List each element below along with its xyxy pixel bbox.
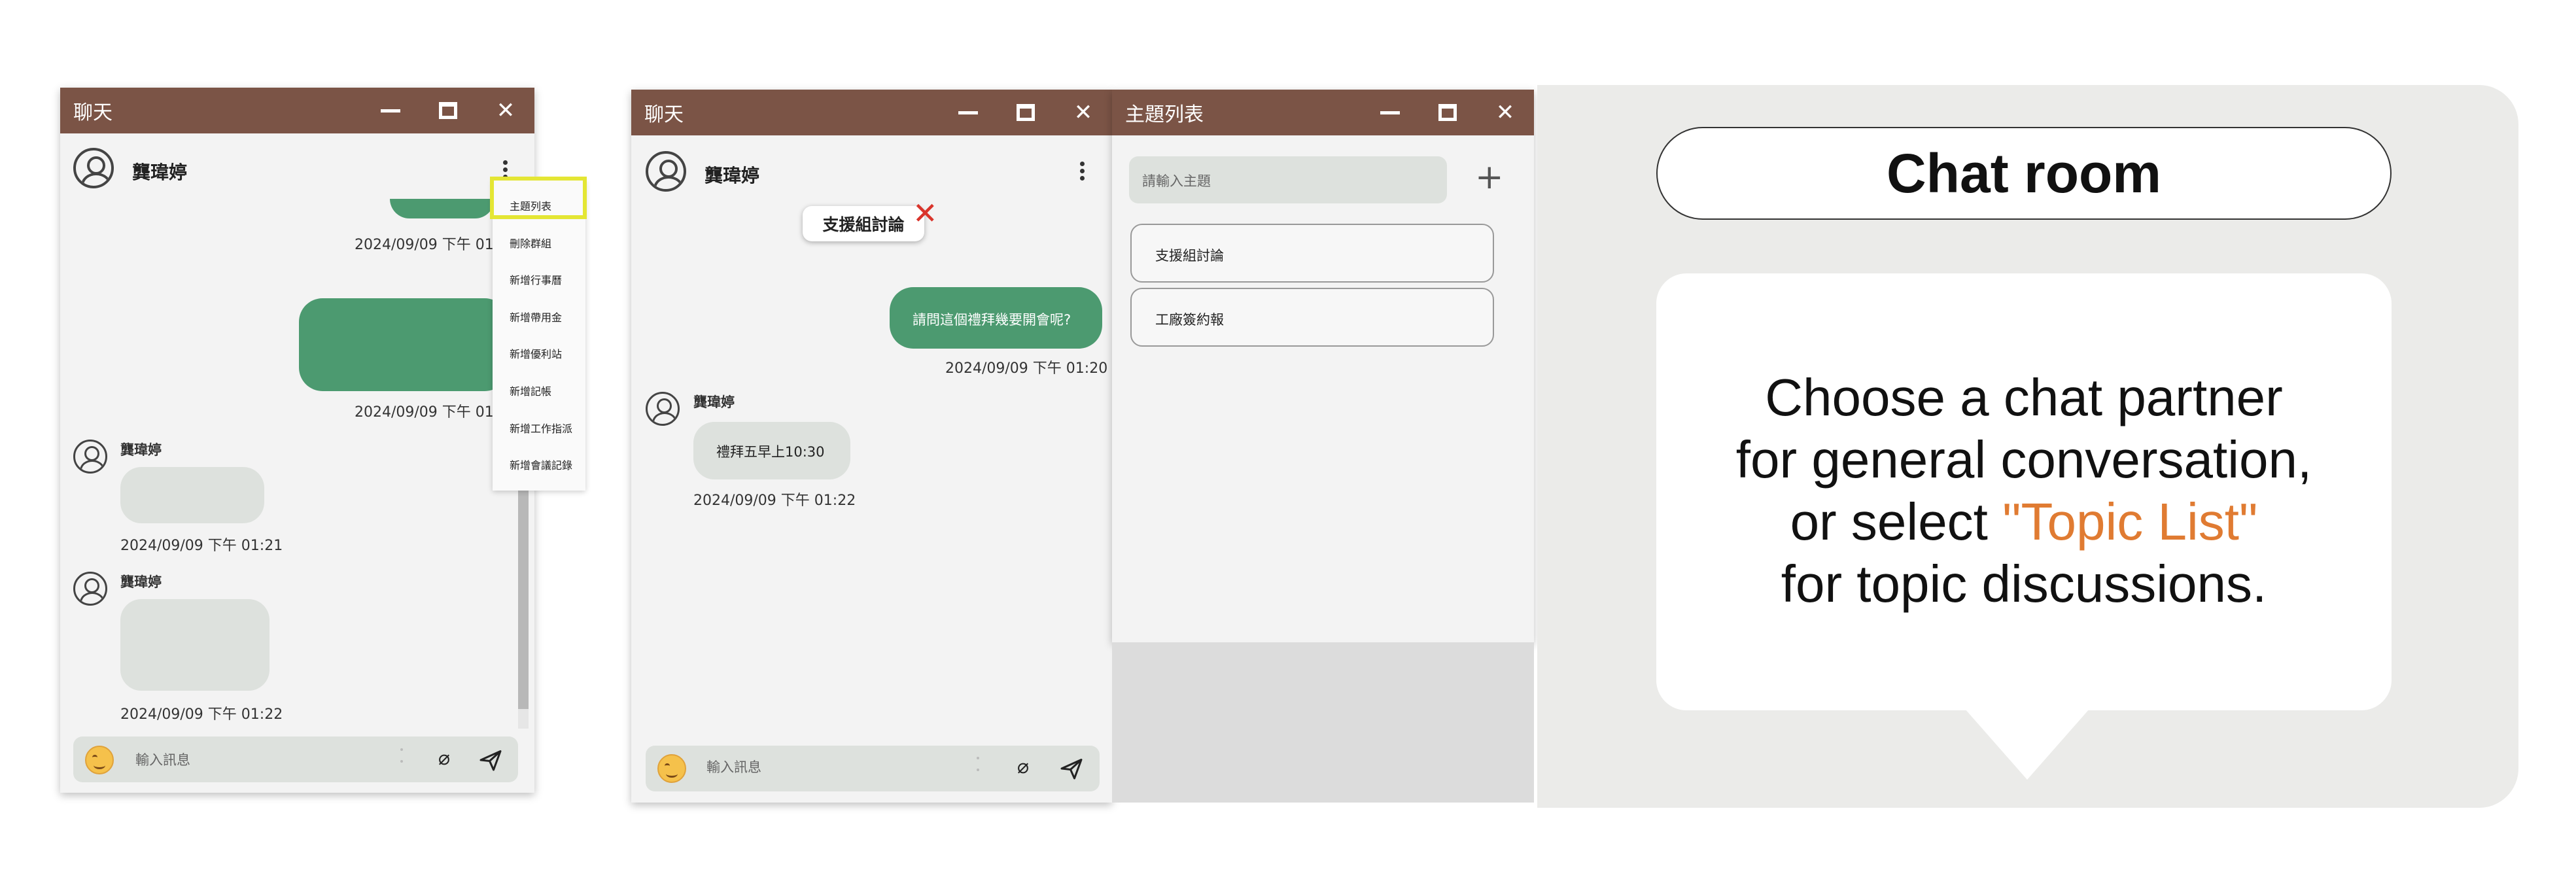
sent-message-bubble	[299, 298, 508, 391]
instruction-line-1: Choose a chat partner	[1765, 368, 2283, 426]
instruction-line-3-prefix: or select	[1790, 493, 2003, 551]
title-bar: 主題列表 ✕	[1112, 90, 1534, 135]
sender-avatar	[73, 440, 107, 474]
menu-item-delete-group[interactable]: 刪除群組	[510, 235, 551, 251]
instruction-line-2: for general conversation,	[1735, 430, 2312, 489]
emoji-icon[interactable]	[85, 746, 114, 774]
minimize-button[interactable]	[939, 90, 997, 135]
topic-item-label: 支援組討論	[1155, 248, 1224, 264]
minimize-icon	[1380, 111, 1400, 114]
received-message-text: 禮拜五早上10:30	[716, 444, 825, 460]
maximize-button[interactable]	[1419, 90, 1476, 135]
sender-name: 龔瑋婷	[693, 394, 735, 410]
message-input[interactable]: 輸入訊息	[135, 750, 190, 769]
resize-handle[interactable]	[977, 757, 979, 780]
topic-chip[interactable]: 支援組討論	[803, 206, 924, 241]
send-icon[interactable]	[1060, 757, 1083, 780]
menu-item-add-petty-cash[interactable]: 新增帶用金	[510, 309, 562, 324]
message-timestamp: 2024/09/09 下午 01:20	[945, 360, 1108, 377]
close-button[interactable]: ✕	[477, 88, 534, 133]
sender-name: 龔瑋婷	[120, 574, 162, 590]
send-icon[interactable]	[479, 748, 502, 772]
contact-name: 龔瑋婷	[705, 165, 760, 186]
title-bar: 聊天 ✕	[60, 88, 534, 133]
instruction-text: Choose a chat partner for general conver…	[1656, 366, 2392, 615]
maximize-button[interactable]	[419, 88, 477, 133]
instruction-line-4: for topic discussions.	[1781, 555, 2267, 613]
instruction-line-3: or select "Topic List"	[1656, 491, 2392, 553]
message-timestamp: 2024/09/09 下午 01:21	[120, 538, 283, 554]
message-input[interactable]: 輸入訊息	[706, 757, 761, 776]
attachment-icon[interactable]: ⌀	[438, 747, 450, 770]
left-chat-window: 聊天 ✕ 龔瑋婷 2024/09/09 下午 01:1 2024/09/09 下…	[60, 88, 534, 793]
close-topic-icon[interactable]: ✕	[913, 198, 938, 228]
close-button[interactable]: ✕	[1476, 90, 1534, 135]
speech-bubble-tail	[1965, 709, 2089, 780]
menu-item-add-task[interactable]: 新增工作指派	[510, 420, 572, 436]
contact-avatar[interactable]	[73, 148, 114, 188]
topic-list-window: 主題列表 ✕ 請輸入主題 + 支援組討論 工廠簽約報	[1112, 90, 1534, 642]
more-options-icon[interactable]	[1080, 162, 1085, 183]
maximize-icon	[439, 102, 457, 119]
minimize-button[interactable]	[1361, 90, 1419, 135]
message-timestamp: 2024/09/09 下午 01:22	[120, 706, 283, 723]
maximize-button[interactable]	[997, 90, 1054, 135]
resize-handle[interactable]	[400, 748, 403, 772]
message-timestamp: 2024/09/09 下午 01:2	[355, 404, 508, 421]
middle-chat-window: 聊天 ✕ 龔瑋婷 支援組討論 ✕ 請問這個禮拜幾要開會呢? 2024/09/09…	[631, 90, 1112, 803]
sender-avatar	[646, 392, 680, 426]
options-dropdown-menu: 主題列表 刪除群組 新增行事曆 新增帶用金 新增優利站 新增記帳 新增工作指派 …	[493, 180, 585, 491]
close-icon: ✕	[1073, 99, 1093, 126]
maximize-icon	[1438, 104, 1457, 121]
topic-list-highlight: "Topic List"	[2002, 493, 2258, 551]
menu-item-add-calendar[interactable]: 新增行事曆	[510, 271, 562, 287]
minimize-icon	[381, 109, 400, 113]
sent-message-bubble	[390, 199, 495, 218]
contact-avatar[interactable]	[646, 151, 686, 192]
window-title: 主題列表	[1125, 103, 1204, 126]
sender-avatar	[73, 572, 107, 606]
close-icon: ✕	[496, 97, 515, 124]
minimize-icon	[958, 111, 978, 114]
maximize-icon	[1017, 104, 1035, 121]
menu-item-add-bookkeeping[interactable]: 新增記帳	[510, 383, 551, 398]
panel-heading: Chat room	[1656, 127, 2392, 220]
received-message-bubble	[120, 599, 270, 691]
window-title: 聊天	[644, 103, 684, 126]
window-title: 聊天	[73, 101, 113, 124]
topic-search-placeholder: 請輸入主題	[1142, 173, 1211, 189]
sender-name: 龔瑋婷	[120, 442, 162, 458]
desktop-background	[1112, 642, 1534, 803]
received-message-bubble	[120, 467, 264, 523]
highlight-box	[490, 177, 587, 219]
message-timestamp: 2024/09/09 下午 01:22	[693, 493, 856, 509]
contact-name: 龔瑋婷	[132, 162, 188, 183]
message-timestamp: 2024/09/09 下午 01:1	[355, 237, 508, 253]
topic-item-label: 工廠簽約報	[1155, 312, 1224, 328]
menu-item-add-benefit[interactable]: 新增優利站	[510, 345, 562, 361]
close-icon: ✕	[1495, 99, 1515, 126]
close-button[interactable]: ✕	[1054, 90, 1112, 135]
sent-message-text: 請問這個禮拜幾要開會呢?	[913, 312, 1071, 328]
title-bar: 聊天 ✕	[631, 90, 1112, 135]
attachment-icon[interactable]: ⌀	[1017, 755, 1029, 778]
add-topic-icon[interactable]: +	[1475, 160, 1504, 194]
emoji-icon[interactable]	[657, 754, 686, 783]
menu-item-add-meeting-notes[interactable]: 新增會議記錄	[510, 457, 572, 472]
minimize-button[interactable]	[362, 88, 419, 133]
